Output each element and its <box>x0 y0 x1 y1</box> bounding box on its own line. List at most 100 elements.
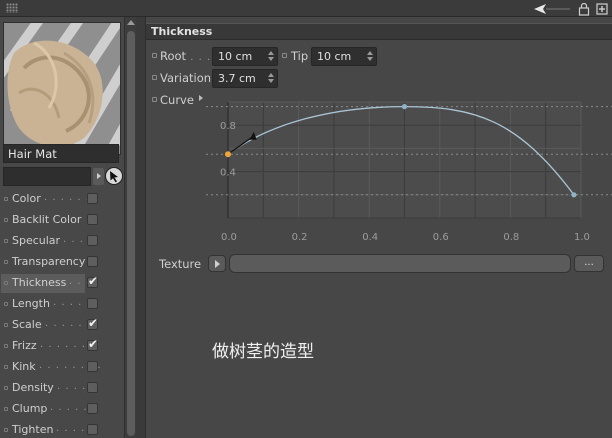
channel-label: Transparency <box>12 255 86 268</box>
section-title: Thickness <box>151 25 213 38</box>
channel-item-tighten[interactable]: Tighten. . . . <box>0 421 124 438</box>
texture-play-button[interactable] <box>208 255 226 272</box>
channel-item-density[interactable]: Density. . . . <box>0 379 124 398</box>
grip-icon[interactable] <box>6 3 18 13</box>
root-value-field[interactable]: 10 cm <box>212 47 278 66</box>
variation-stepper-icon[interactable] <box>268 73 274 84</box>
root-label: Root . . . <box>160 49 212 63</box>
channel-label: Frizz <box>12 339 37 352</box>
root-anim-dot-icon[interactable] <box>152 53 157 58</box>
channel-checkbox[interactable] <box>87 382 98 393</box>
channel-leader-dots: . . . . . . <box>40 339 86 350</box>
tip-value: 10 cm <box>317 50 352 63</box>
channel-dot-icon <box>4 428 8 432</box>
link-field[interactable] <box>3 167 91 186</box>
arrow-left-icon[interactable] <box>532 2 572 16</box>
link-row <box>3 167 123 187</box>
top-icons <box>532 0 608 17</box>
channel-dot-icon <box>4 260 8 264</box>
tip-value-field[interactable]: 10 cm <box>311 47 377 66</box>
material-name-field[interactable]: Hair Mat <box>3 144 119 163</box>
scrollbar-thumb[interactable] <box>127 31 135 436</box>
thickness-curve-graph[interactable]: 0.0 0.2 0.4 0.6 0.8 1.0 0.8 0.4 <box>206 90 612 243</box>
panel-divider[interactable] <box>136 17 146 438</box>
tip-anim-dot-icon[interactable] <box>282 53 287 58</box>
y-tick-label: 0.8 <box>220 121 236 132</box>
caption-text: 做树茎的造型 <box>212 342 314 362</box>
tip-label: Tip <box>291 49 309 63</box>
curve-point <box>401 104 408 110</box>
channel-item-clump[interactable]: Clump. . . . . <box>0 400 124 419</box>
hair-preview-thumbnail <box>4 23 120 154</box>
lock-icon[interactable] <box>578 2 590 16</box>
channel-checkbox[interactable] <box>87 337 98 351</box>
variation-anim-dot-icon[interactable] <box>152 75 157 80</box>
channel-dot-icon <box>4 281 8 285</box>
curve-plot[interactable]: 0.0 0.2 0.4 0.6 0.8 1.0 0.8 0.4 <box>206 90 612 246</box>
variation-value: 3.7 cm <box>218 72 256 85</box>
channel-checkbox[interactable] <box>87 361 98 372</box>
x-tick-label: 0.2 <box>292 232 308 243</box>
channel-checkbox[interactable] <box>87 403 98 414</box>
channel-checkbox[interactable] <box>87 316 98 330</box>
channel-checkbox[interactable] <box>87 235 98 246</box>
material-preview <box>3 22 121 155</box>
pick-object-button[interactable] <box>105 167 123 185</box>
channel-checkbox[interactable] <box>87 214 98 225</box>
y-tick-label: 0.4 <box>220 168 236 179</box>
channel-label: Density <box>12 381 54 394</box>
channel-checkbox[interactable] <box>87 274 98 288</box>
texture-label: Texture <box>159 257 202 271</box>
left-scrollbar[interactable] <box>124 17 136 438</box>
channel-dot-icon <box>4 197 8 201</box>
channel-checkbox[interactable] <box>87 424 98 435</box>
link-expand-arrow-icon[interactable] <box>93 168 104 185</box>
material-channel-panel: Hair Mat Color. . . . . . Backlit Color Sp… <box>0 17 124 438</box>
curve-expand-arrow-icon[interactable] <box>199 95 203 101</box>
channel-item-color[interactable]: Color. . . . . . <box>0 190 124 209</box>
channel-dot-icon <box>4 407 8 411</box>
channel-label: Color <box>12 192 41 205</box>
channel-dot-icon <box>4 218 8 222</box>
section-header[interactable]: Thickness <box>146 23 612 40</box>
channel-item-thickness[interactable]: Thickness. . . <box>0 274 124 293</box>
texture-browse-button[interactable]: ... <box>574 255 604 272</box>
channel-label: Scale <box>12 318 42 331</box>
channel-leader-dots: . . . . <box>53 297 83 308</box>
root-stepper-icon[interactable] <box>268 51 274 62</box>
channel-checkbox[interactable] <box>87 193 98 204</box>
channel-dot-icon <box>4 386 8 390</box>
channel-label: Clump <box>12 402 48 415</box>
curve-label: Curve <box>160 93 194 107</box>
channel-dot-icon <box>4 302 8 306</box>
channel-checkbox[interactable] <box>87 256 98 267</box>
channel-item-kink[interactable]: Kink. . . . . . . . <box>0 358 124 377</box>
channel-item-scale[interactable]: Scale. . . . . . <box>0 316 124 335</box>
channel-item-transparency[interactable]: Transparency <box>0 253 124 272</box>
x-tick-label: 0.0 <box>221 232 237 243</box>
channel-item-specular[interactable]: Specular. . . . <box>0 232 124 251</box>
channel-leader-dots: . . . . . . <box>44 192 90 203</box>
channel-leader-dots: . . . . <box>56 423 86 434</box>
channel-label: Length <box>12 297 50 310</box>
texture-slot[interactable] <box>229 254 571 273</box>
root-value: 10 cm <box>218 50 253 63</box>
tip-stepper-icon[interactable] <box>367 51 373 62</box>
variation-value-field[interactable]: 3.7 cm <box>212 69 278 88</box>
curve-point-start <box>225 151 231 158</box>
channel-checkbox[interactable] <box>87 298 98 309</box>
x-tick-label: 1.0 <box>574 232 590 243</box>
channel-leader-dots: . . . . . . <box>45 318 91 329</box>
pointer-arrow-icon <box>110 171 118 183</box>
channel-item-length[interactable]: Length. . . . <box>0 295 124 314</box>
channel-item-frizz[interactable]: Frizz. . . . . . <box>0 337 124 356</box>
channel-label: Thickness <box>12 276 67 289</box>
channel-item-backlit-color[interactable]: Backlit Color <box>0 211 124 230</box>
variation-label: Variation <box>160 71 212 85</box>
scroll-up-arrow-icon[interactable] <box>127 20 135 25</box>
new-window-icon[interactable] <box>596 2 608 16</box>
x-tick-label: 0.8 <box>503 232 519 243</box>
top-bar <box>0 0 612 17</box>
channel-dot-icon <box>4 344 8 348</box>
curve-anim-dot-icon[interactable] <box>152 97 157 102</box>
